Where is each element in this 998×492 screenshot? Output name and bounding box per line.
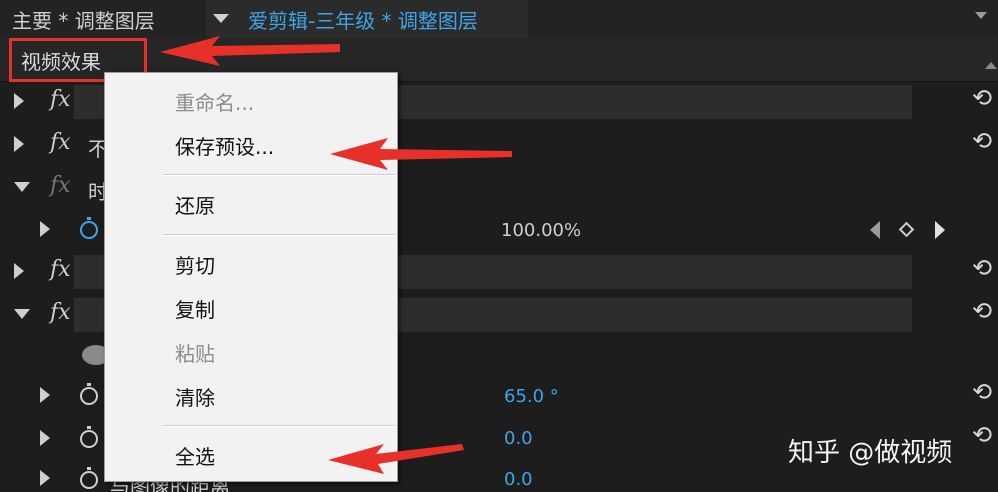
previous-keyframe-icon[interactable] (870, 221, 880, 239)
fx-icon[interactable]: fx (50, 130, 71, 155)
reset-icon[interactable]: ⟲ (972, 378, 992, 406)
reset-icon[interactable]: ⟲ (972, 254, 992, 282)
reset-icon[interactable]: ⟲ (972, 421, 992, 449)
fx-icon[interactable]: fx (50, 300, 71, 325)
add-keyframe-icon[interactable] (898, 221, 915, 238)
menu-item-clear[interactable]: 清除 (175, 382, 215, 411)
expand-icon[interactable] (14, 93, 24, 109)
expand-icon[interactable] (40, 430, 50, 446)
property-value[interactable]: 0.0 (504, 428, 533, 449)
fx-icon[interactable]: fx (50, 173, 71, 198)
menu-item-save-preset[interactable]: 保存预设... (175, 131, 274, 160)
reset-icon[interactable]: ⟲ (972, 84, 992, 112)
menu-item-select-all[interactable]: 全选 (175, 441, 215, 470)
menu-item-cut[interactable]: 剪切 (175, 250, 215, 279)
reset-icon[interactable]: ⟲ (972, 297, 992, 325)
stopwatch-icon[interactable] (80, 383, 98, 405)
source-title[interactable]: 主要 * 调整图层 (12, 5, 155, 34)
collapse-icon[interactable] (14, 182, 30, 192)
collapse-icon[interactable] (14, 309, 30, 319)
expand-icon[interactable] (14, 263, 24, 279)
expand-icon[interactable] (40, 387, 50, 403)
expand-icon[interactable] (14, 136, 24, 152)
watermark: 知乎 @做视频 (788, 438, 953, 468)
annotation-arrow (328, 444, 464, 474)
menu-divider (163, 235, 395, 236)
fx-icon[interactable]: fx (50, 87, 71, 112)
menu-divider (163, 175, 395, 176)
property-value[interactable]: 0.0 (504, 469, 533, 490)
reset-icon[interactable]: ⟲ (972, 127, 992, 155)
expand-icon[interactable] (40, 470, 50, 486)
property-value[interactable]: 65.0 ° (504, 386, 559, 407)
menu-item-rename: 重命名... (175, 91, 255, 115)
collapse-up-icon[interactable] (985, 62, 997, 69)
annotation-arrow (330, 138, 512, 170)
fx-icon[interactable]: fx (50, 257, 71, 282)
stopwatch-icon[interactable] (80, 467, 98, 489)
stopwatch-icon[interactable] (80, 426, 98, 448)
panel-header: 主要 * 调整图层 爱剪辑-三年级 * 调整图层 (0, 0, 998, 38)
next-keyframe-icon[interactable] (935, 221, 945, 239)
expand-icon[interactable] (40, 221, 50, 237)
menu-item-restore[interactable]: 还原 (175, 190, 215, 219)
property-value[interactable]: 100.00% (501, 220, 581, 241)
context-menu: 重命名... 保存预设... 还原 剪切 复制 粘贴 清除 全选 (104, 72, 398, 482)
chevron-down-icon[interactable] (213, 14, 229, 23)
menu-item-paste: 粘贴 (175, 342, 215, 366)
annotation-arrow (160, 36, 340, 66)
stopwatch-icon[interactable] (80, 217, 98, 239)
menu-item-copy[interactable]: 复制 (175, 294, 215, 323)
menu-divider (163, 426, 395, 427)
video-effects-title: 视频效果 (21, 50, 101, 74)
panel-menu-icon[interactable] (975, 12, 987, 22)
